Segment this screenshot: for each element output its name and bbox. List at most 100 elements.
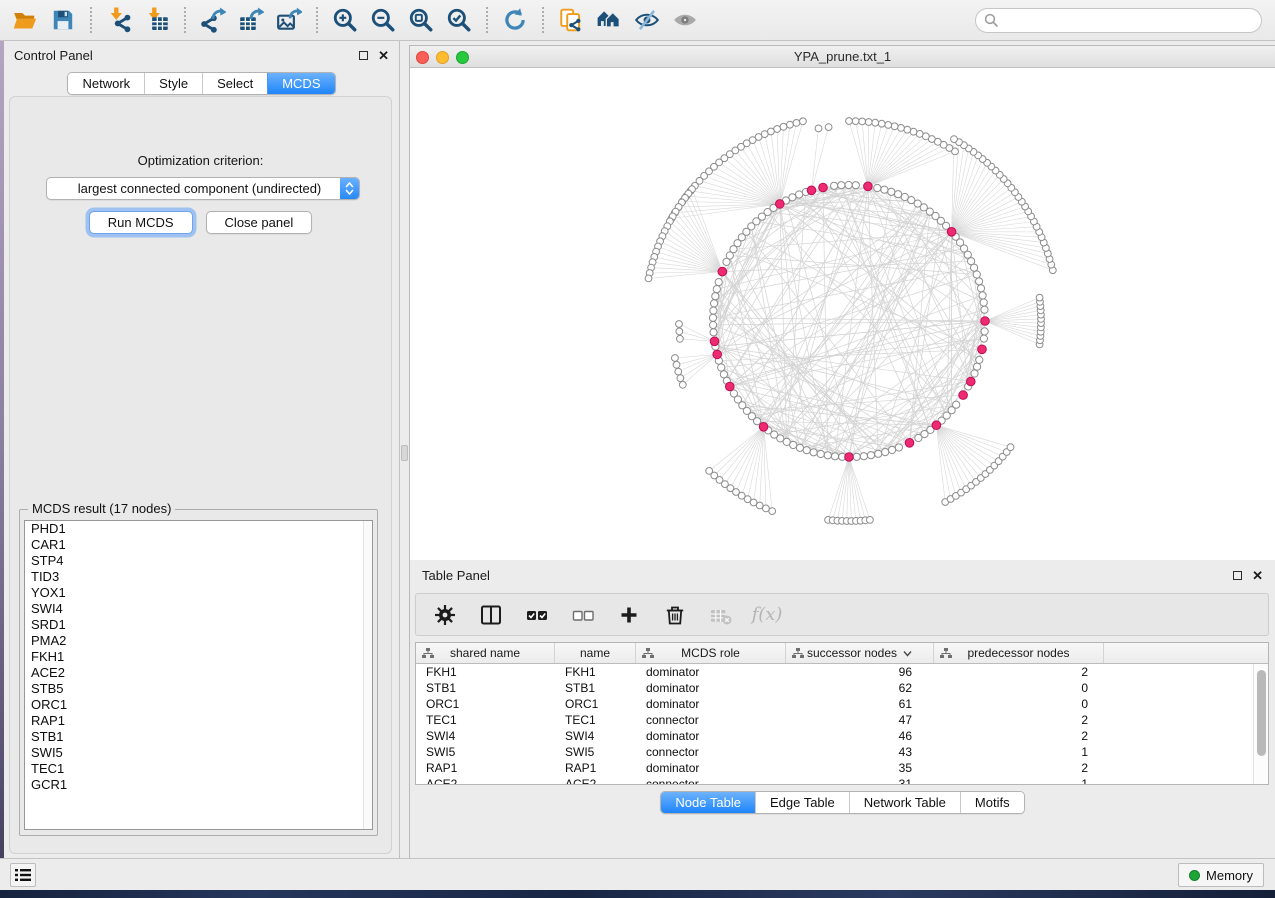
mcds-result-item[interactable]: SWI5 [25,745,372,761]
search-input[interactable] [975,8,1262,33]
table-row[interactable]: RAP1RAP1dominator352 [416,760,1268,776]
graph-node[interactable] [676,328,683,335]
graph-hub-node[interactable] [932,421,941,430]
mcds-result-item[interactable]: GCR1 [25,777,372,793]
tab-mcds[interactable]: MCDS [267,73,334,94]
table-row[interactable]: FKH1FKH1dominator962 [416,664,1268,680]
column-header-MCDS-role[interactable]: MCDS role [636,643,786,663]
table-row[interactable]: SWI4SWI4dominator462 [416,728,1268,744]
mcds-result-item[interactable]: TID3 [25,569,372,585]
graph-node[interactable] [980,335,987,342]
tab-network-table[interactable]: Network Table [849,792,960,813]
network-canvas[interactable] [410,68,1275,560]
table-row[interactable]: STB1STB1dominator620 [416,680,1268,696]
export-table-button[interactable] [232,3,270,37]
export-network-button[interactable] [194,3,232,37]
graph-node[interactable] [891,123,898,130]
graph-hub-node[interactable] [726,382,735,391]
close-table-panel-icon[interactable]: ✕ [1252,571,1263,580]
graph-node[interactable] [881,186,888,193]
mcds-result-item[interactable]: TEC1 [25,761,372,777]
float-panel-icon[interactable] [359,51,368,60]
graph-node[interactable] [677,335,684,342]
table-scrollbar[interactable] [1253,664,1268,784]
mcds-result-item[interactable]: YOX1 [25,585,372,601]
mcds-result-item[interactable]: STB5 [25,681,372,697]
graph-node[interactable] [718,364,725,371]
show-panels-list-button[interactable] [10,863,36,887]
graph-node[interactable] [803,447,810,454]
delete-column-button[interactable] [660,600,690,630]
graph-node[interactable] [796,444,803,451]
graph-node[interactable] [769,508,776,515]
save-session-button[interactable] [44,3,82,37]
graph-node[interactable] [796,191,803,198]
close-panel-button[interactable]: Close panel [206,211,313,234]
graph-node[interactable] [1036,294,1043,301]
window-close-traffic-light[interactable] [416,51,429,64]
graph-node[interactable] [853,453,860,460]
graph-node[interactable] [838,182,845,189]
mcds-list-scrollbar[interactable] [363,521,372,829]
tab-network[interactable]: Network [68,73,144,94]
graph-node[interactable] [901,193,908,200]
graph-hub-node[interactable] [819,183,828,192]
graph-node[interactable] [780,123,787,130]
graph-node[interactable] [979,292,986,299]
graph-node[interactable] [980,299,987,306]
graph-node[interactable] [793,120,800,127]
tab-select[interactable]: Select [202,73,267,94]
open-session-button[interactable] [6,3,44,37]
run-mcds-button[interactable]: Run MCDS [89,211,193,234]
graph-hub-node[interactable] [713,350,722,359]
memory-button[interactable]: Memory [1178,863,1264,887]
graph-node[interactable] [675,368,682,375]
graph-node[interactable] [672,355,679,362]
graph-node[interactable] [971,370,978,377]
mcds-result-item[interactable]: RAP1 [25,713,372,729]
graph-node[interactable] [976,356,983,363]
mcds-result-item[interactable]: ACE2 [25,665,372,681]
graph-node[interactable] [867,517,874,524]
table-row[interactable]: TEC1TEC1connector472 [416,712,1268,728]
graph-node[interactable] [859,118,866,125]
graph-node[interactable] [710,307,717,314]
window-zoom-traffic-light[interactable] [456,51,469,64]
graph-node[interactable] [710,329,717,336]
graph-hub-node[interactable] [947,228,956,237]
table-scrollbar-thumb[interactable] [1257,670,1266,756]
create-column-button[interactable] [614,600,644,630]
import-network-button[interactable] [100,3,138,37]
graph-node[interactable] [645,275,652,282]
graph-node[interactable] [677,375,684,382]
hide-all-columns-button[interactable] [568,600,598,630]
mcds-result-item[interactable]: STB1 [25,729,372,745]
graph-node[interactable] [872,119,879,126]
graph-node[interactable] [846,118,853,125]
graph-node[interactable] [790,441,797,448]
mcds-result-item[interactable]: PHD1 [25,521,372,537]
graph-node[interactable] [787,121,794,128]
window-minimize-traffic-light[interactable] [436,51,449,64]
mcds-result-item[interactable]: FKH1 [25,649,372,665]
splitter-grip[interactable] [401,445,408,461]
column-header-shared-name[interactable]: shared name [416,643,555,663]
graph-node[interactable] [815,125,822,132]
close-panel-icon[interactable]: ✕ [378,51,389,60]
export-image-button[interactable] [270,3,308,37]
graph-node[interactable] [810,449,817,456]
network-graph[interactable] [410,68,1275,565]
table-row[interactable]: SWI5SWI5connector431 [416,744,1268,760]
graph-node[interactable] [889,446,896,453]
show-all-columns-button[interactable] [522,600,552,630]
graph-node[interactable] [824,452,831,459]
float-table-panel-icon[interactable] [1233,571,1242,580]
column-header-successor-nodes[interactable]: successor nodes [786,643,934,663]
graph-hub-node[interactable] [759,423,768,432]
graph-hub-node[interactable] [978,345,987,354]
graph-node[interactable] [976,278,983,285]
toggle-panel-layout-button[interactable] [476,600,506,630]
graph-node[interactable] [710,321,717,328]
graph-node[interactable] [977,285,984,292]
graph-node[interactable] [865,119,872,126]
